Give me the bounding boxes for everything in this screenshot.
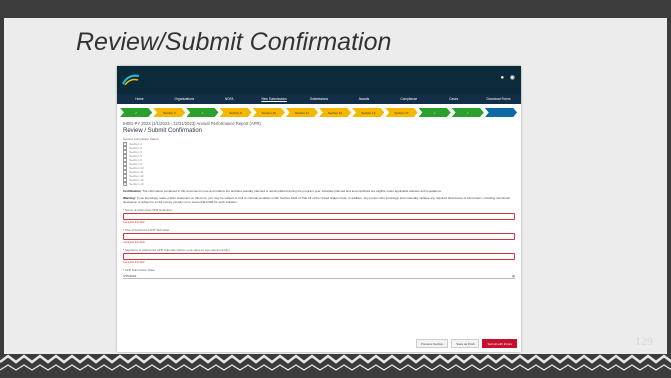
progress-step[interactable]: Section 17 [385, 108, 418, 117]
progress-step[interactable]: Section 11 [285, 108, 319, 117]
page-title: Review / Submit Confirmation [123, 128, 203, 134]
slide-number: 129 [635, 334, 653, 348]
submission-date-label: * APR Submission Date: [123, 268, 156, 272]
slide-title: Review/Submit Confirmation [76, 28, 392, 56]
nav-item[interactable]: Cases [431, 97, 476, 101]
logo-icon [122, 74, 140, 86]
progress-step[interactable]: Section 10 [252, 108, 285, 117]
field-error: Complete this field. [123, 221, 146, 224]
field-label: * Signature of Authorized APR Submitter … [123, 248, 231, 252]
section-checklist: ✓ Section 1 ✓ Section 2 Section 3 ✓ Section 5S… [123, 141, 515, 187]
progress-step[interactable]: Section 12 [319, 108, 352, 117]
field-label: * Title of Authorized APR Submitter: [123, 228, 171, 232]
zigzag-border [0, 354, 671, 378]
progress-step[interactable]: ✓ [418, 108, 451, 117]
app-header: ● ◉ [117, 66, 521, 94]
section-status-label: Section Completion Status [123, 137, 159, 141]
submission-date-field[interactable]: 3/15/2023 ▤ [123, 273, 515, 279]
certification-text: Certification: The information contained… [123, 189, 515, 193]
user-icon[interactable]: ◉ [510, 75, 515, 81]
section-check-item: ✓ Section 14 [123, 181, 515, 187]
certification-body: The information contained in this docume… [142, 189, 442, 193]
header-icons: ● ◉ [500, 74, 515, 81]
checkbox: ✓ [123, 181, 128, 187]
main-nav: Home Organizations NOFA New Submissions Subm… [117, 94, 521, 104]
nav-item[interactable]: NOFA [207, 97, 252, 101]
calendar-icon[interactable]: ▤ [512, 274, 515, 278]
submission-date-value: 3/15/2023 [123, 273, 137, 278]
bell-icon[interactable]: ● [500, 75, 504, 81]
nav-item[interactable]: Submissions [297, 97, 342, 101]
section-check-label: Section 14 [129, 182, 144, 186]
progress-step[interactable]: ✓ [120, 108, 153, 117]
save-draft-button[interactable]: Save as Draft [451, 339, 480, 348]
progress-step[interactable]: Section 6 [219, 108, 252, 117]
field-error: Complete this field. [123, 261, 146, 264]
section-progress: ✓ Section 3 ✓ Section 6 Section 10 Section 11… [120, 108, 518, 117]
nav-item[interactable]: Compliance [386, 97, 431, 101]
warning-body: If you knowingly make a false statement … [123, 196, 510, 204]
nav-item[interactable]: New Submissions [252, 97, 297, 101]
progress-step[interactable] [484, 108, 518, 117]
progress-step[interactable]: Section 13 [352, 108, 385, 117]
breadcrumb: IHBG-PY 2023 (1/1/2023 - 12/31/2023) Ann… [123, 121, 261, 126]
certification-label: Certification: [123, 189, 142, 193]
main-content: IHBG-PY 2023 (1/1/2023 - 12/31/2023) Ann… [117, 117, 521, 279]
app-screenshot: ● ◉ Home Organizations NOFA New Submissions… [117, 66, 521, 352]
text-input[interactable] [123, 213, 515, 220]
progress-step[interactable]: ✓ [451, 108, 484, 117]
slide-top-band [0, 0, 671, 18]
warning-text: Warning: If you knowingly make a false s… [123, 196, 515, 204]
text-input[interactable] [123, 253, 515, 260]
previous-section-button[interactable]: Previous Section [415, 339, 449, 348]
nav-item[interactable]: Download Forms [476, 97, 521, 101]
form-actions: Previous Section Save as Draft Submit wi… [415, 339, 517, 348]
field-error: Complete this field. [123, 241, 146, 244]
field-label: * Name of Authorized APR Submitter: [123, 208, 173, 212]
nav-item[interactable]: Organizations [162, 97, 207, 101]
nav-item[interactable]: Awards [341, 97, 386, 101]
progress-step[interactable]: Section 3 [153, 108, 186, 117]
submit-with-errors-button[interactable]: Submit with Errors [482, 339, 517, 348]
nav-item[interactable]: Home [117, 97, 162, 101]
progress-step[interactable]: ✓ [186, 108, 219, 117]
submitter-fields: * Name of Authorized APR Submitter: Compl… [123, 208, 515, 264]
text-input[interactable] [123, 233, 515, 240]
